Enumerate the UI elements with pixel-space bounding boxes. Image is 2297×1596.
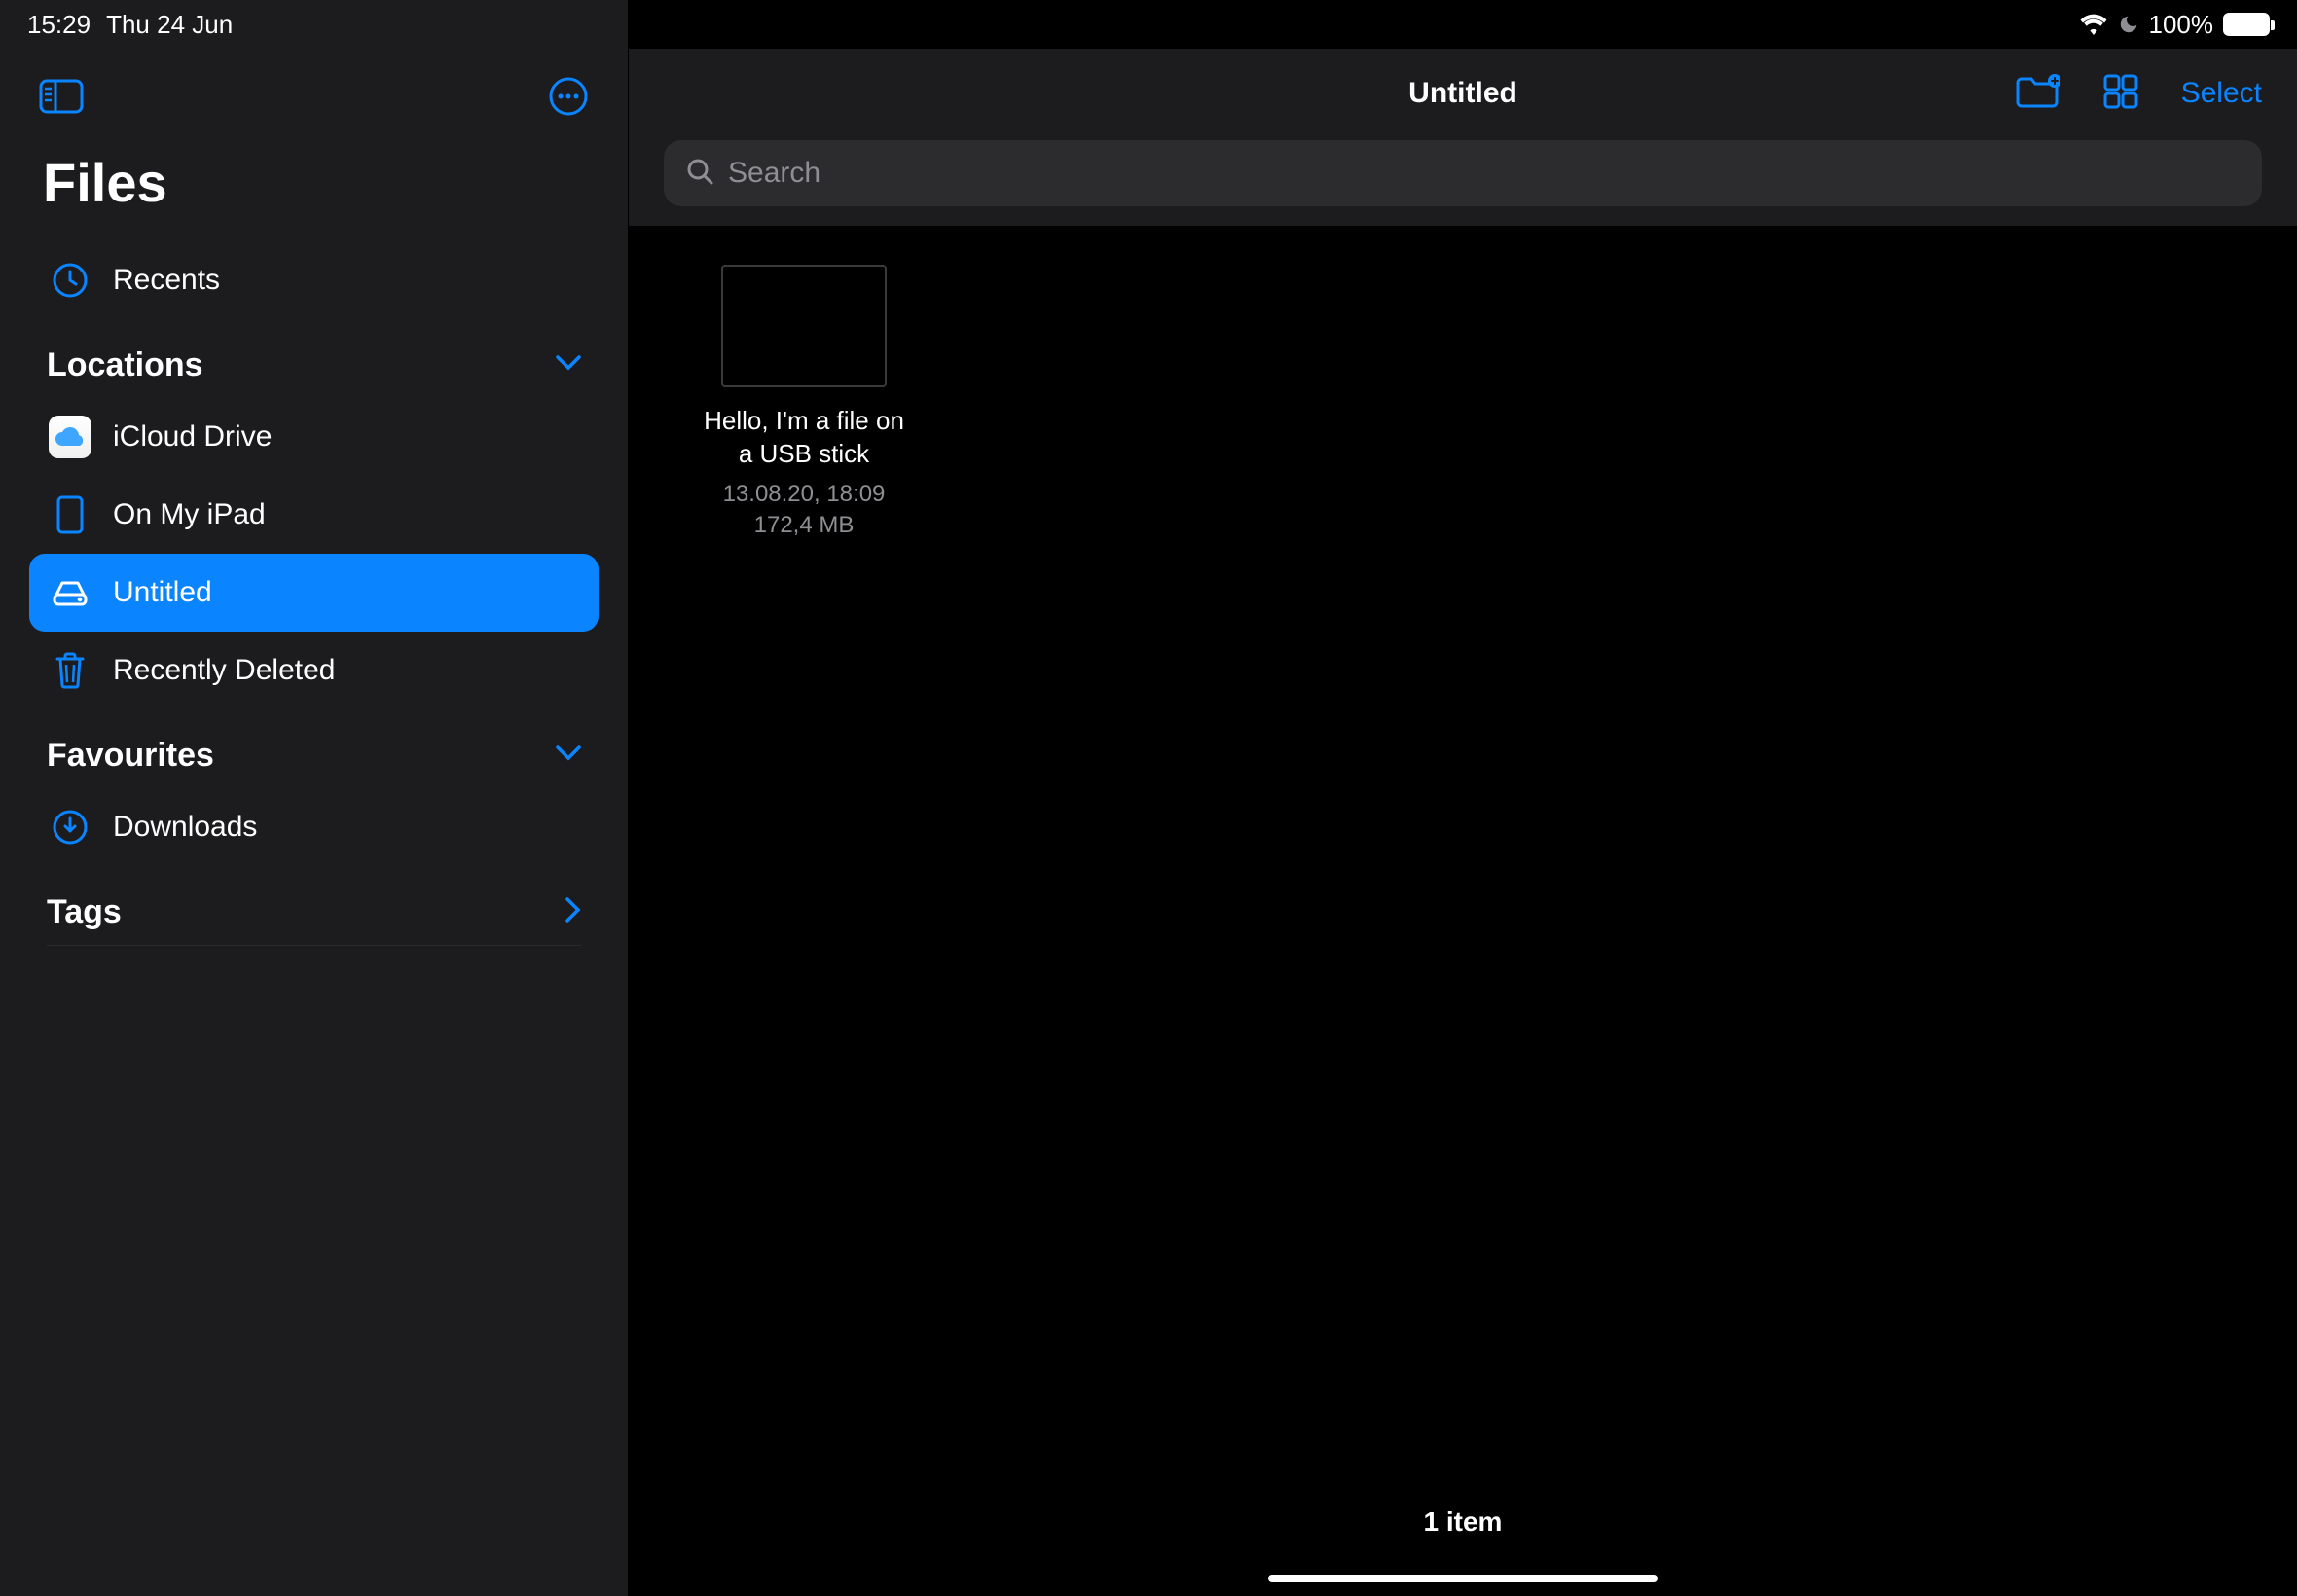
status-time: 15:29 (27, 10, 91, 40)
sidebar-item-label: Downloads (113, 811, 257, 844)
sidebar-item-recents[interactable]: Recents (29, 241, 599, 319)
search-input[interactable] (728, 157, 2241, 190)
search-bar[interactable] (664, 140, 2262, 206)
sidebar-item-icloud[interactable]: iCloud Drive (29, 398, 599, 476)
divider (47, 945, 581, 946)
drive-icon (49, 571, 91, 614)
file-grid: Hello, I'm a file on a USB stick 13.08.2… (629, 226, 2297, 1596)
sidebar-item-untitled[interactable]: Untitled (29, 554, 599, 632)
sidebar-item-label: On My iPad (113, 498, 266, 531)
home-indicator[interactable] (1268, 1575, 1658, 1582)
battery-icon (2223, 13, 2270, 36)
chevron-down-icon (556, 355, 581, 376)
do-not-disturb-icon (2118, 14, 2139, 35)
sidebar-item-onmyipad[interactable]: On My iPad (29, 476, 599, 554)
file-thumbnail (721, 265, 887, 387)
new-folder-button[interactable] (2014, 73, 2060, 115)
wifi-icon (2079, 14, 2108, 35)
chevron-down-icon (556, 745, 581, 766)
toggle-sidebar-button[interactable] (39, 79, 84, 119)
file-item[interactable]: Hello, I'm a file on a USB stick 13.08.2… (697, 265, 911, 541)
main-area: Untitled Select (629, 0, 2297, 1596)
app-title: Files (0, 131, 628, 241)
sidebar-item-label: iCloud Drive (113, 420, 272, 453)
trash-icon (49, 649, 91, 692)
search-icon (685, 157, 714, 191)
item-count: 1 item (629, 1506, 2297, 1538)
toolbar: Untitled Select (664, 60, 2262, 127)
file-date: 13.08.20, 18:09 (723, 479, 886, 510)
ipad-icon (49, 493, 91, 536)
sidebar: Files Recents Locations iCloud Drive (0, 0, 629, 1596)
file-name: Hello, I'm a file on a USB stick (697, 405, 911, 471)
file-size: 172,4 MB (723, 510, 886, 541)
status-date: Thu 24 Jun (106, 10, 233, 40)
sidebar-item-label: Untitled (113, 576, 212, 609)
icloud-icon (49, 416, 91, 458)
sidebar-item-downloads[interactable]: Downloads (29, 788, 599, 866)
view-mode-button[interactable] (2101, 72, 2140, 116)
battery-percentage: 100% (2149, 10, 2214, 40)
sidebar-item-recently-deleted[interactable]: Recently Deleted (29, 632, 599, 709)
download-icon (49, 806, 91, 849)
section-title: Locations (47, 346, 203, 384)
page-title: Untitled (1408, 77, 1517, 110)
chevron-right-icon (565, 897, 581, 927)
section-title: Favourites (47, 737, 214, 775)
sidebar-item-label: Recently Deleted (113, 654, 335, 687)
sidebar-item-label: Recents (113, 264, 220, 297)
section-title: Tags (47, 893, 122, 931)
select-button[interactable]: Select (2181, 77, 2262, 110)
status-bar: 15:29 Thu 24 Jun 100% (0, 0, 2297, 49)
file-meta: 13.08.20, 18:09 172,4 MB (723, 479, 886, 542)
more-button[interactable] (548, 76, 589, 122)
locations-header[interactable]: Locations (29, 319, 599, 398)
tags-header[interactable]: Tags (29, 866, 599, 945)
favourites-header[interactable]: Favourites (29, 709, 599, 788)
clock-icon (49, 259, 91, 302)
